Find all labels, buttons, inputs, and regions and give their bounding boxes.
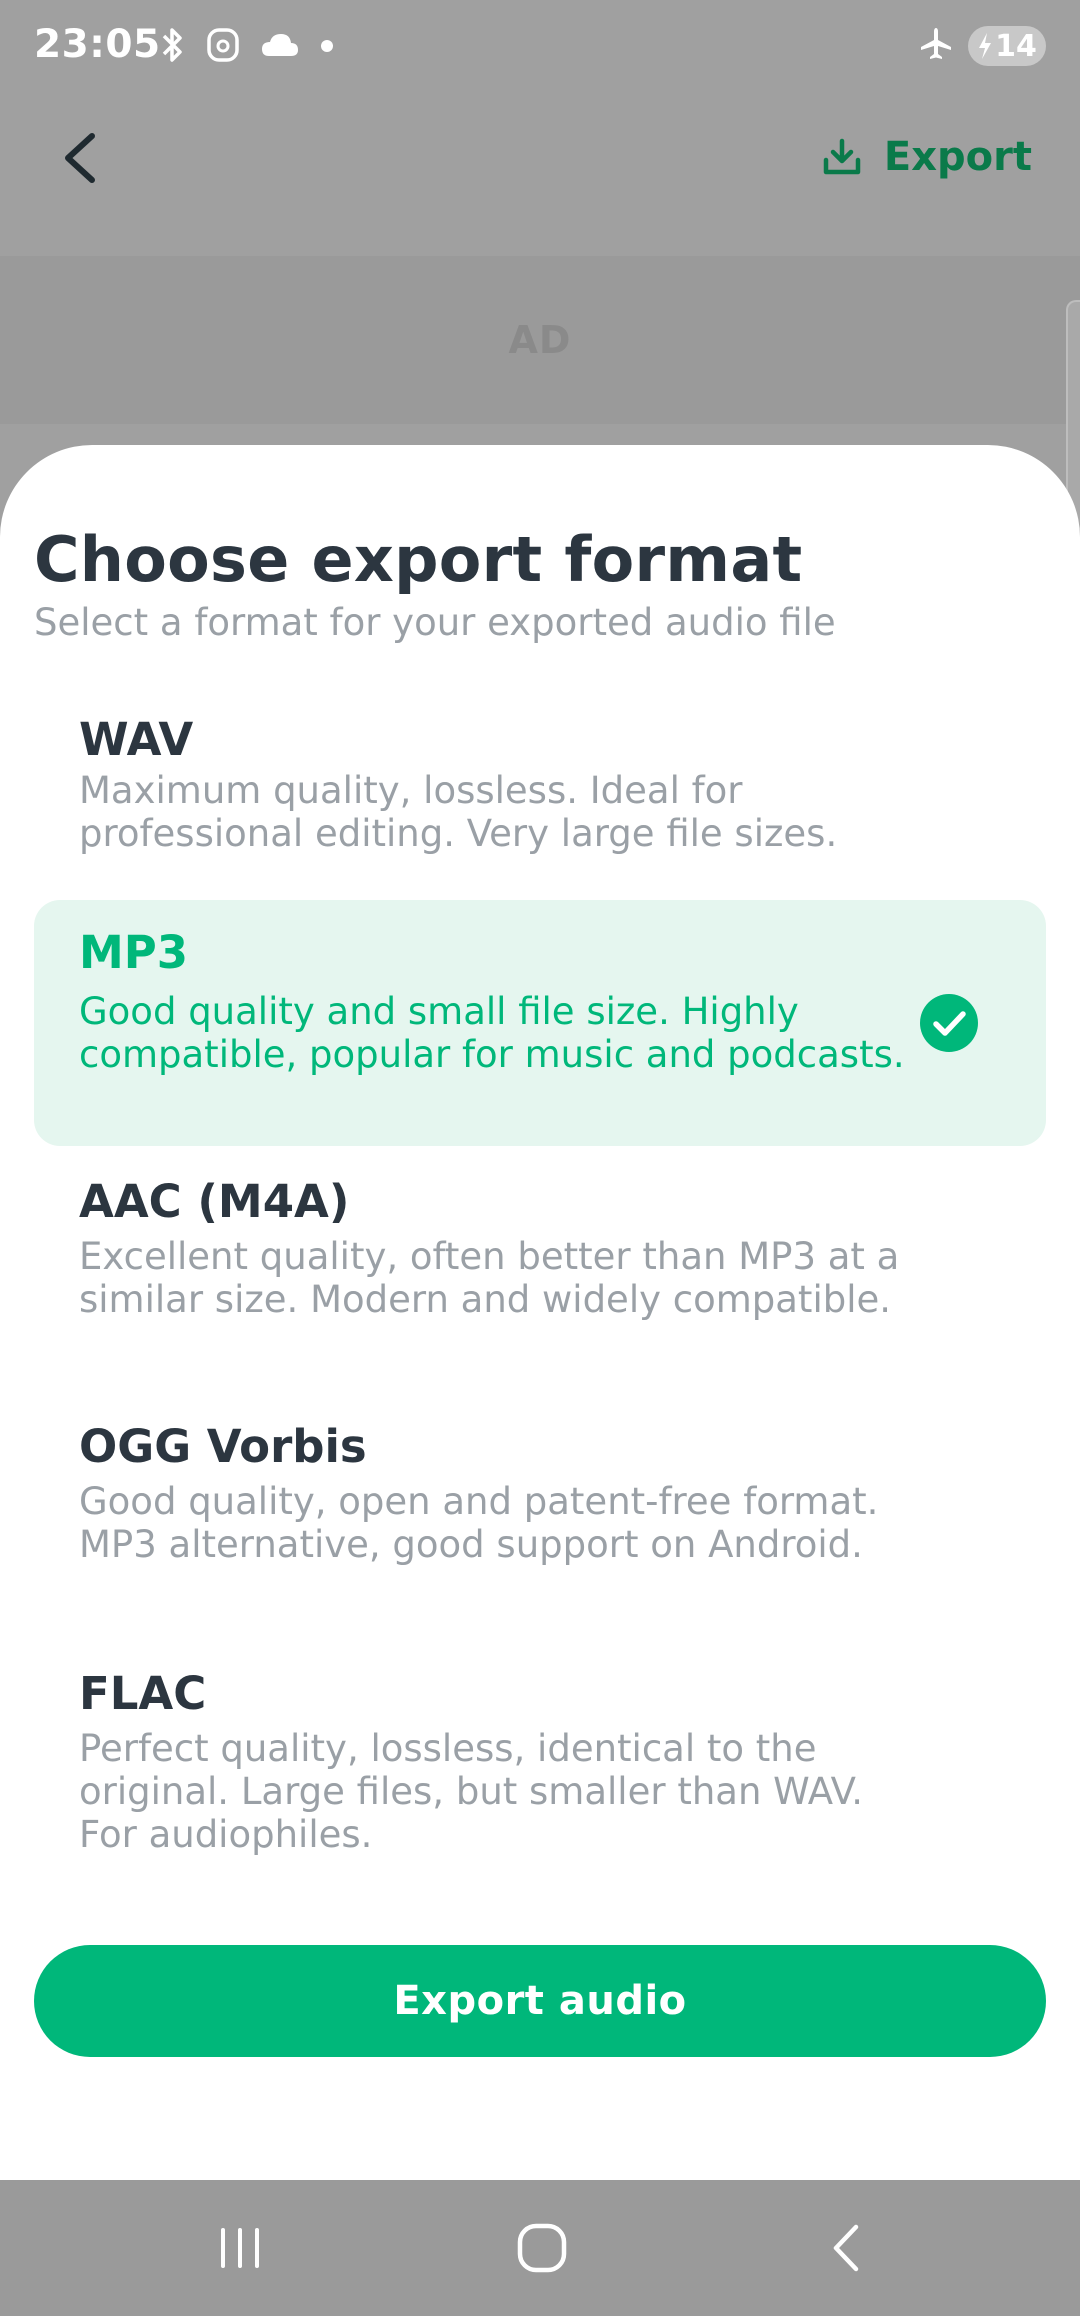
chevron-left-icon <box>65 133 95 183</box>
format-name: WAV <box>79 713 194 766</box>
recent-apps-button[interactable] <box>210 2218 270 2278</box>
download-icon <box>823 138 861 175</box>
format-option-aac[interactable]: AAC (M4A) Excellent quality, often bette… <box>34 1155 1046 1385</box>
export-audio-button[interactable]: Export audio <box>34 1945 1046 2057</box>
format-name: OGG Vorbis <box>79 1420 367 1473</box>
status-icons-right: 14 <box>918 26 1046 66</box>
ad-label: AD <box>508 318 572 362</box>
recent-apps-icon <box>221 2228 259 2268</box>
screen: 23:05 14 Export AD Choose export format … <box>0 0 1080 2316</box>
format-name: FLAC <box>79 1667 207 1720</box>
format-description: Excellent quality, often better than MP3… <box>79 1235 900 1321</box>
home-icon <box>517 2223 567 2273</box>
format-name: AAC (M4A) <box>79 1175 350 1228</box>
status-icons-left <box>160 26 334 68</box>
format-name: MP3 <box>79 926 189 979</box>
format-option-ogg[interactable]: OGG Vorbis Good quality, open and patent… <box>34 1400 1046 1630</box>
battery-charging-icon: 14 <box>968 26 1046 66</box>
back-nav-button[interactable] <box>816 2218 876 2278</box>
bluetooth-icon <box>160 26 186 68</box>
navigation-bar <box>0 2180 1080 2316</box>
format-description: Maximum quality, lossless. Ideal for pro… <box>79 769 838 855</box>
status-bar: 23:05 14 <box>0 0 1080 96</box>
back-button[interactable] <box>48 126 112 190</box>
airplane-mode-icon <box>918 26 954 66</box>
format-option-flac[interactable]: FLAC Perfect quality, lossless, identica… <box>34 1647 1046 1877</box>
export-format-sheet: Choose export format Select a format for… <box>0 445 1080 2180</box>
dot-icon <box>320 38 334 57</box>
format-option-wav[interactable]: WAV Maximum quality, lossless. Ideal for… <box>34 705 1046 885</box>
status-time: 23:05 <box>34 22 161 67</box>
export-top-button[interactable]: Export <box>822 134 1032 180</box>
format-description: Good quality, open and patent-free forma… <box>79 1480 879 1566</box>
app-bar: Export <box>0 96 1080 256</box>
back-icon <box>833 2224 859 2272</box>
sheet-title: Choose export format <box>34 523 803 596</box>
threads-icon <box>206 26 240 68</box>
check-circle-icon <box>920 994 978 1052</box>
format-description: Good quality and small file size. Highly… <box>79 990 905 1076</box>
sheet-subtitle: Select a format for your exported audio … <box>34 601 836 644</box>
home-button[interactable] <box>512 2218 572 2278</box>
battery-level: 14 <box>995 28 1037 64</box>
format-option-mp3[interactable]: MP3 Good quality and small file size. Hi… <box>34 900 1046 1146</box>
format-description: Perfect quality, lossless, identical to … <box>79 1727 863 1856</box>
cloud-icon <box>260 30 300 64</box>
ad-banner[interactable]: AD <box>0 256 1080 424</box>
export-top-label: Export <box>883 134 1032 180</box>
